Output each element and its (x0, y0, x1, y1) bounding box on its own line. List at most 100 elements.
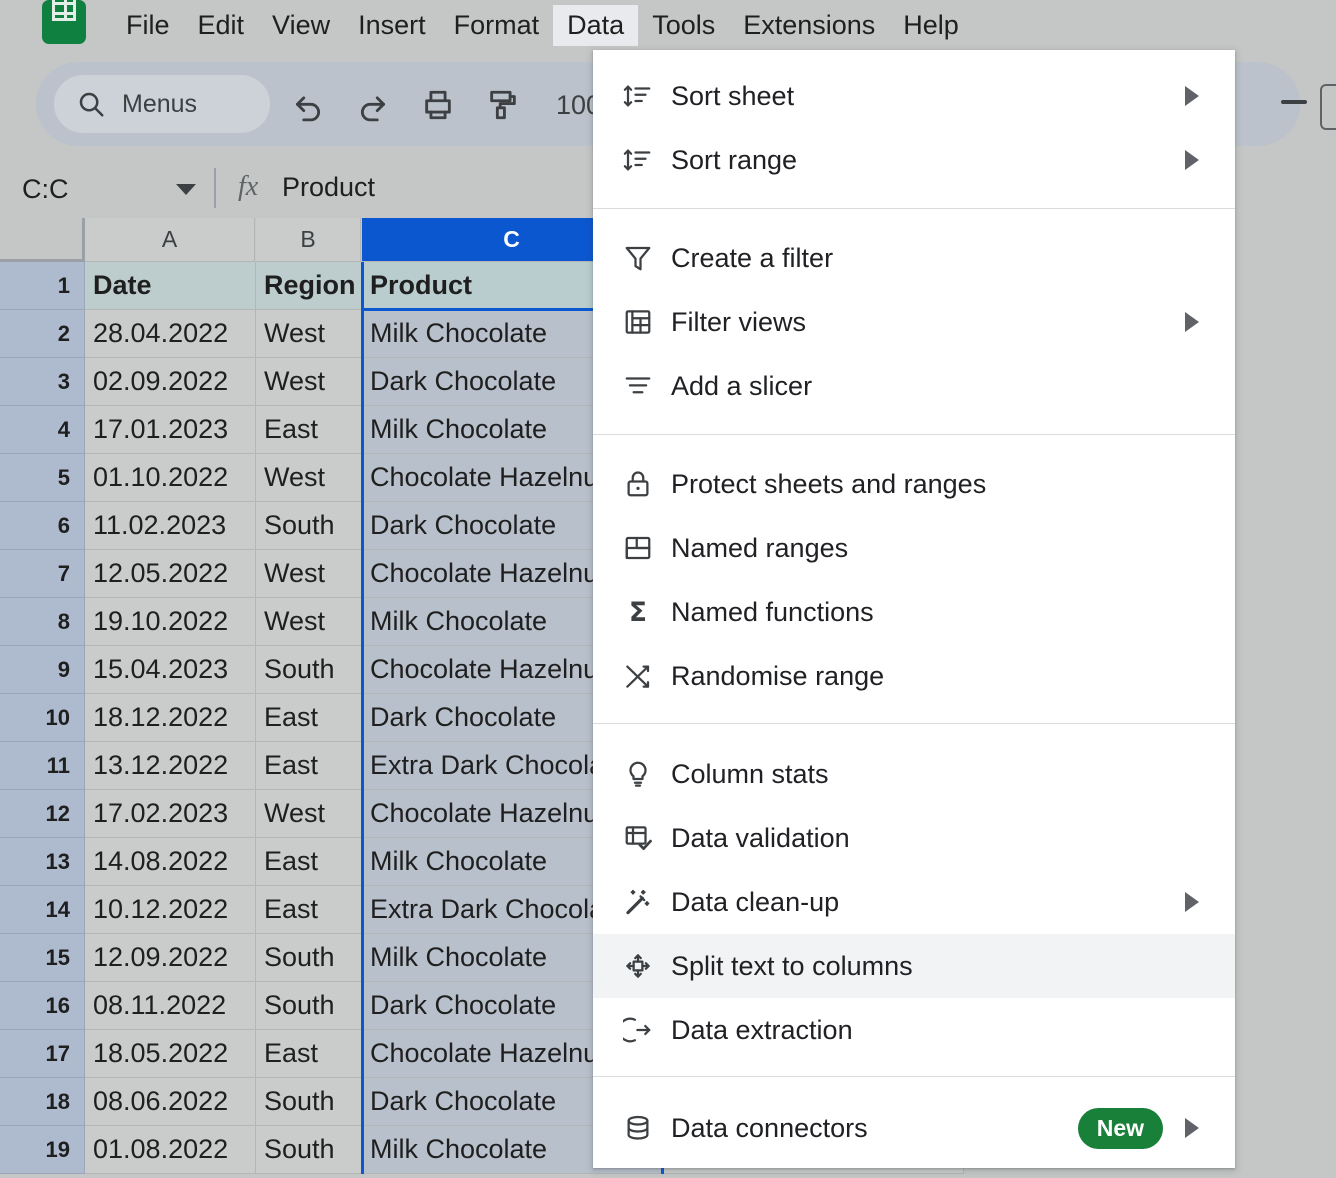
cell[interactable]: West (256, 310, 362, 358)
redo-icon[interactable] (351, 84, 395, 126)
cell[interactable]: 17.01.2023 (85, 406, 256, 454)
row-header-13[interactable]: 13 (0, 838, 85, 886)
cell[interactable]: 28.04.2022 (85, 310, 256, 358)
data-validation-icon (621, 821, 655, 855)
cell[interactable]: 02.09.2022 (85, 358, 256, 406)
cell[interactable]: 01.08.2022 (85, 1126, 256, 1174)
row-header-9[interactable]: 9 (0, 646, 85, 694)
menu-item-data-connectors[interactable]: Data connectorsNew (593, 1096, 1235, 1160)
undo-icon[interactable] (286, 84, 330, 126)
cell[interactable]: South (256, 934, 362, 982)
menu-item-data-validation[interactable]: Data validation (593, 806, 1235, 870)
menu-item-randomise-range[interactable]: Randomise range (593, 644, 1235, 708)
row-header-14[interactable]: 14 (0, 886, 85, 934)
cell[interactable]: 12.09.2022 (85, 934, 256, 982)
menu-item-sort-range[interactable]: Sort range (593, 128, 1235, 192)
row-header-17[interactable]: 17 (0, 1030, 85, 1078)
cell[interactable]: East (256, 742, 362, 790)
menu-item-data-clean-up[interactable]: Data clean-up (593, 870, 1235, 934)
menubar-item-file[interactable]: File (112, 5, 184, 46)
sheets-logo-icon[interactable] (42, 0, 86, 44)
row-header-5[interactable]: 5 (0, 454, 85, 502)
menubar-item-format[interactable]: Format (440, 5, 554, 46)
row-header-16[interactable]: 16 (0, 982, 85, 1030)
font-size-decrease-button[interactable] (1281, 100, 1307, 104)
cell[interactable]: East (256, 838, 362, 886)
menu-item-split-text-to-columns[interactable]: Split text to columns (593, 934, 1235, 998)
menubar-item-data[interactable]: Data (553, 5, 638, 46)
slicer-icon (621, 369, 655, 403)
menubar-item-view[interactable]: View (258, 5, 344, 46)
menubar-item-edit[interactable]: Edit (184, 5, 259, 46)
cell[interactable]: 14.08.2022 (85, 838, 256, 886)
cell[interactable]: 19.10.2022 (85, 598, 256, 646)
cell[interactable]: South (256, 1078, 362, 1126)
cell[interactable]: West (256, 790, 362, 838)
cell[interactable]: 11.02.2023 (85, 502, 256, 550)
print-icon[interactable] (416, 84, 460, 126)
row-header-1[interactable]: 1 (0, 262, 85, 310)
cell[interactable]: South (256, 1126, 362, 1174)
cell[interactable]: East (256, 886, 362, 934)
menu-item-filter-views[interactable]: Filter views (593, 290, 1235, 354)
row-header-11[interactable]: 11 (0, 742, 85, 790)
row-header-7[interactable]: 7 (0, 550, 85, 598)
row-header-3[interactable]: 3 (0, 358, 85, 406)
menubar-item-insert[interactable]: Insert (344, 5, 440, 46)
cell[interactable]: West (256, 550, 362, 598)
cell[interactable]: East (256, 694, 362, 742)
menus-search-button[interactable]: Menus (54, 75, 270, 133)
row-header-2[interactable]: 2 (0, 310, 85, 358)
data-menu-dropdown[interactable]: Sort sheetSort range Create a filterFilte… (593, 50, 1235, 1168)
menu-item-named-functions[interactable]: ΣNamed functions (593, 580, 1235, 644)
cell[interactable]: South (256, 502, 362, 550)
cell[interactable]: 18.12.2022 (85, 694, 256, 742)
cell[interactable]: 10.12.2022 (85, 886, 256, 934)
menu-item-add-a-slicer[interactable]: Add a slicer (593, 354, 1235, 418)
cell[interactable]: Date (85, 262, 256, 310)
row-header-4[interactable]: 4 (0, 406, 85, 454)
cell[interactable]: Region (256, 262, 362, 310)
column-header-b[interactable]: B (256, 218, 361, 262)
cell[interactable]: 01.10.2022 (85, 454, 256, 502)
column-header-a[interactable]: A (85, 218, 255, 262)
split-columns-icon (621, 949, 655, 983)
row-header-12[interactable]: 12 (0, 790, 85, 838)
cell[interactable]: 12.05.2022 (85, 550, 256, 598)
menu-item-named-ranges[interactable]: Named ranges (593, 516, 1235, 580)
cell[interactable]: West (256, 598, 362, 646)
cell[interactable]: South (256, 982, 362, 1030)
formula-input[interactable]: Product (282, 172, 375, 203)
cell[interactable]: East (256, 406, 362, 454)
row-header-18[interactable]: 18 (0, 1078, 85, 1126)
menu-item-data-extraction[interactable]: Data extraction (593, 998, 1235, 1062)
menu-item-column-stats[interactable]: Column stats (593, 742, 1235, 806)
row-header-15[interactable]: 15 (0, 934, 85, 982)
cell[interactable]: East (256, 1030, 362, 1078)
paint-format-icon[interactable] (481, 84, 525, 126)
cell[interactable]: West (256, 454, 362, 502)
name-box[interactable]: C:C (22, 172, 198, 206)
cell[interactable]: 13.12.2022 (85, 742, 256, 790)
menubar-item-help[interactable]: Help (889, 5, 973, 46)
cell[interactable]: West (256, 358, 362, 406)
cell[interactable]: 08.06.2022 (85, 1078, 256, 1126)
row-header-10[interactable]: 10 (0, 694, 85, 742)
menu-item-sort-sheet[interactable]: Sort sheet (593, 64, 1235, 128)
cell[interactable]: 08.11.2022 (85, 982, 256, 1030)
menu-divider (593, 1076, 1235, 1077)
menu-item-create-a-filter[interactable]: Create a filter (593, 226, 1235, 290)
chevron-down-icon[interactable] (176, 184, 196, 195)
cell[interactable]: 18.05.2022 (85, 1030, 256, 1078)
row-header-19[interactable]: 19 (0, 1126, 85, 1174)
menubar-item-extensions[interactable]: Extensions (729, 5, 889, 46)
cell[interactable]: 15.04.2023 (85, 646, 256, 694)
row-header-8[interactable]: 8 (0, 598, 85, 646)
menu-item-protect-sheets-and-ranges[interactable]: Protect sheets and ranges (593, 452, 1235, 516)
menubar-item-tools[interactable]: Tools (638, 5, 729, 46)
font-size-input[interactable]: 12 (1320, 84, 1336, 130)
row-header-6[interactable]: 6 (0, 502, 85, 550)
cell[interactable]: South (256, 646, 362, 694)
select-all-corner[interactable] (0, 218, 85, 262)
cell[interactable]: 17.02.2023 (85, 790, 256, 838)
